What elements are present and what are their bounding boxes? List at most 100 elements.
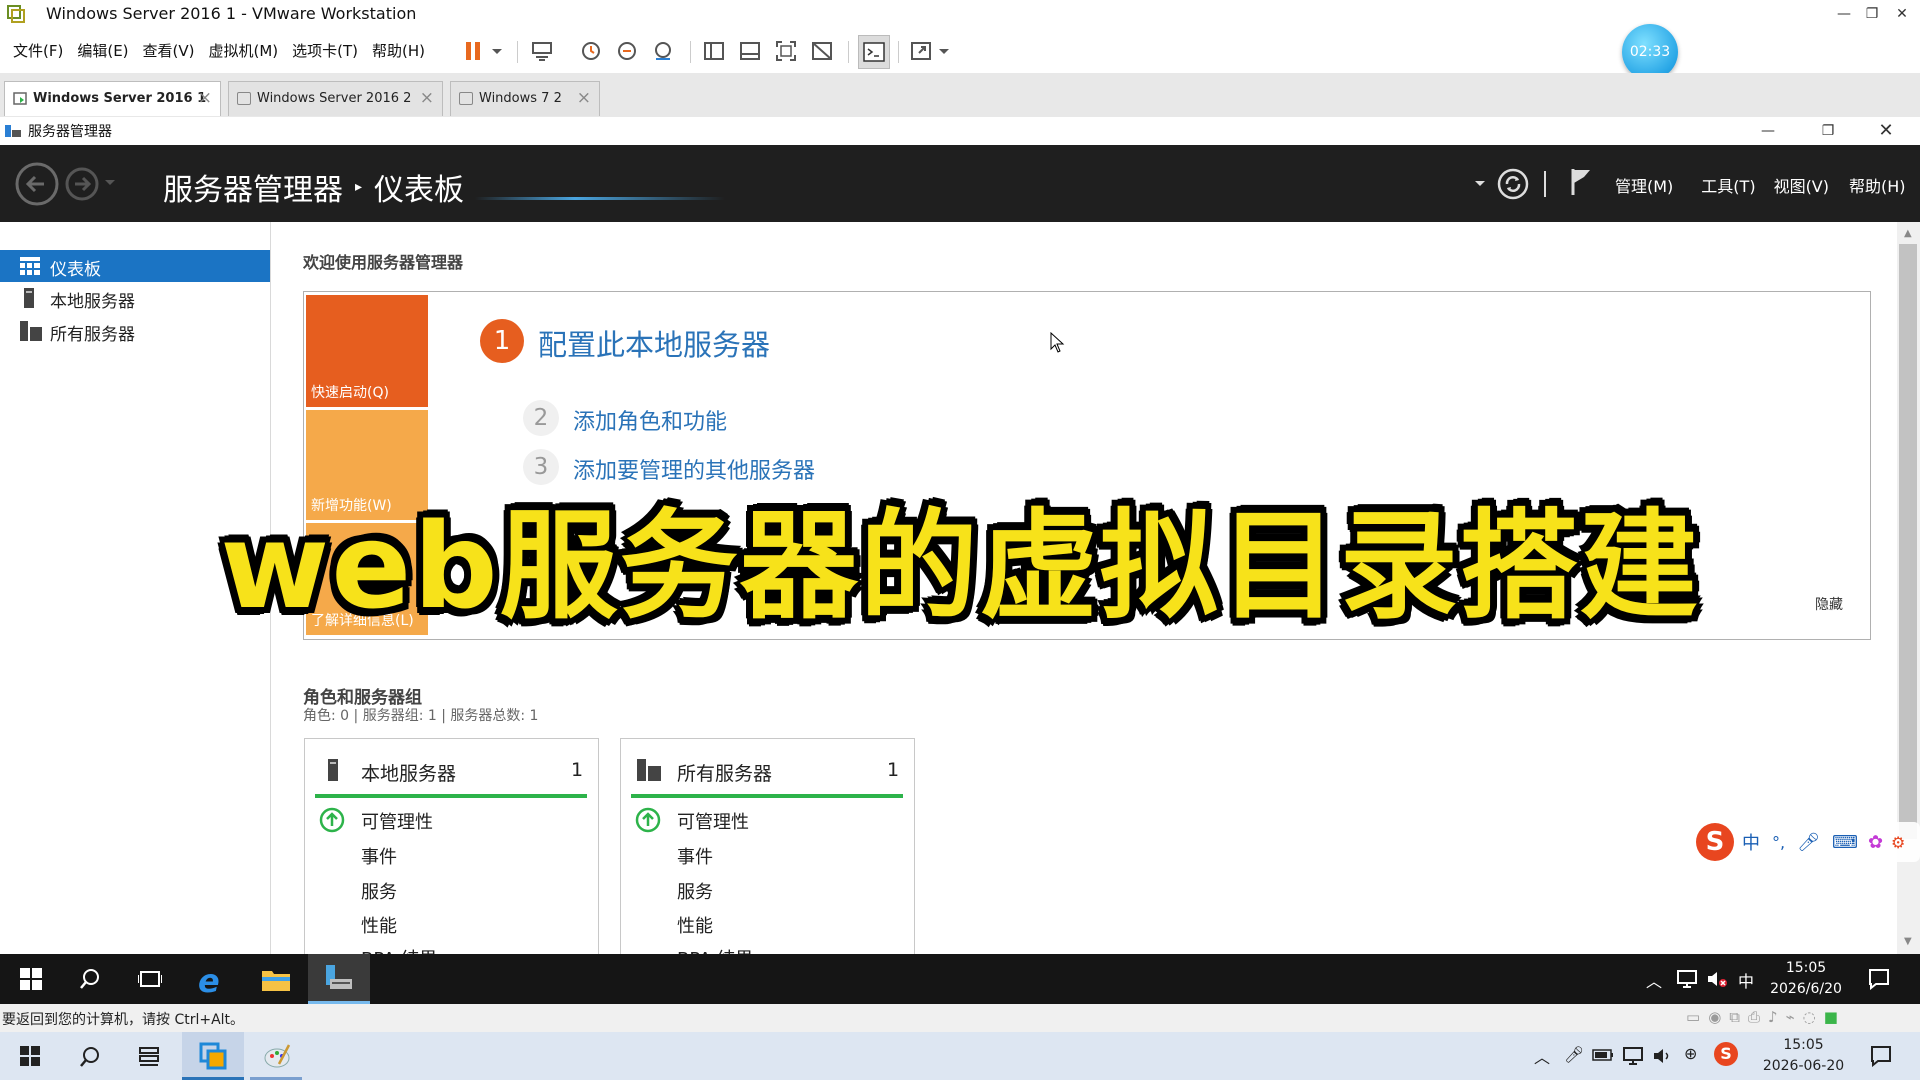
snapshot-icon[interactable] bbox=[579, 39, 603, 63]
menu-view[interactable]: 查看(V) bbox=[136, 29, 202, 73]
taskbar-server-manager-button[interactable] bbox=[308, 954, 370, 1004]
network-adapter-icon[interactable]: ⧉ bbox=[1729, 1008, 1740, 1026]
tab-windows-server-2016-1[interactable]: Windows Server 2016 1 × bbox=[4, 81, 221, 116]
pause-dropdown-icon[interactable] bbox=[490, 39, 504, 63]
console-view-button[interactable] bbox=[858, 35, 890, 69]
server-group-card-all[interactable]: 所有服务器 1 可管理性 事件 服务 性能 BPA 结果 bbox=[620, 738, 915, 970]
sound-card-icon[interactable]: ♪ bbox=[1768, 1008, 1778, 1026]
send-ctrl-alt-del-icon[interactable] bbox=[530, 39, 554, 63]
menu-tools[interactable]: 工具(T) bbox=[1701, 173, 1755, 197]
card-row-performance[interactable]: 性能 bbox=[677, 912, 713, 938]
stretch-icon[interactable] bbox=[909, 39, 933, 63]
card-row-services[interactable]: 服务 bbox=[361, 878, 397, 904]
link-add-roles-features[interactable]: 添加角色和功能 bbox=[573, 404, 727, 436]
sidebar-item-dashboard[interactable]: 仪表板 bbox=[0, 250, 270, 282]
volume-icon[interactable] bbox=[1652, 1046, 1672, 1066]
card-row-performance[interactable]: 性能 bbox=[361, 912, 397, 938]
usb-icon[interactable]: ⌁ bbox=[1786, 1008, 1795, 1026]
ime-mode[interactable]: 中 bbox=[1742, 829, 1760, 855]
link-configure-local-server[interactable]: 配置此本地服务器 bbox=[538, 322, 770, 364]
revert-snapshot-icon[interactable] bbox=[615, 39, 639, 63]
ime-tools-icon[interactable]: ⚙︎ bbox=[1891, 833, 1905, 852]
close-icon[interactable]: × bbox=[420, 88, 434, 108]
ime-punct[interactable]: °, bbox=[1772, 833, 1785, 852]
notifications-dropdown-icon[interactable] bbox=[1474, 179, 1486, 189]
taskbar-vmware-button[interactable] bbox=[182, 1032, 244, 1080]
sm-minimize-button[interactable]: — bbox=[1750, 117, 1786, 145]
internet-explorer-icon[interactable]: e bbox=[198, 962, 220, 1000]
unity-icon[interactable] bbox=[810, 39, 834, 63]
card-row-services[interactable]: 服务 bbox=[677, 878, 713, 904]
search-icon[interactable] bbox=[79, 1046, 101, 1068]
battery-icon[interactable] bbox=[1592, 1048, 1614, 1062]
task-view-icon[interactable] bbox=[138, 1046, 160, 1068]
tray-overflow-icon[interactable]: ︿ bbox=[1646, 968, 1662, 992]
refresh-icon[interactable] bbox=[1496, 167, 1530, 201]
card-row-manageability[interactable]: 可管理性 bbox=[677, 808, 749, 834]
menu-file[interactable]: 文件(F) bbox=[6, 29, 70, 73]
server-group-card-local[interactable]: 本地服务器 1 可管理性 事件 服务 性能 BPA 结果 bbox=[304, 738, 599, 970]
volume-muted-icon[interactable] bbox=[1706, 969, 1728, 989]
tile-quick-start[interactable]: 快速启动(Q) bbox=[306, 295, 428, 407]
search-icon[interactable] bbox=[79, 968, 101, 990]
sogou-logo-icon[interactable]: S bbox=[1696, 823, 1734, 861]
menu-view[interactable]: 视图(V) bbox=[1774, 173, 1829, 197]
back-arrow-icon[interactable] bbox=[14, 161, 60, 207]
scroll-up-icon[interactable]: ▲ bbox=[1904, 228, 1912, 239]
sogou-tray-icon[interactable]: S bbox=[1714, 1042, 1738, 1066]
menu-edit[interactable]: 编辑(E) bbox=[70, 29, 135, 73]
tab-windows-7-2[interactable]: Windows 7 2 × bbox=[450, 81, 600, 116]
forward-arrow-icon[interactable] bbox=[64, 166, 100, 202]
stretch-dropdown-icon[interactable] bbox=[937, 39, 951, 63]
sm-restore-button[interactable]: ❐ bbox=[1810, 117, 1846, 145]
skin-icon[interactable]: ✿ bbox=[1868, 832, 1883, 853]
printer-icon[interactable]: ⎙ bbox=[1748, 1008, 1760, 1026]
card-row-manageability[interactable]: 可管理性 bbox=[361, 808, 433, 834]
network-icon[interactable] bbox=[1676, 969, 1698, 989]
message-log-icon[interactable]: ■ bbox=[1824, 1008, 1838, 1026]
guest-ime-indicator[interactable]: 中 bbox=[1738, 968, 1754, 992]
card-row-events[interactable]: 事件 bbox=[677, 843, 713, 869]
step-1-badge: 1 bbox=[480, 319, 524, 363]
windows-start-icon[interactable] bbox=[20, 968, 42, 990]
hard-disk-icon[interactable]: ▭ bbox=[1686, 1008, 1700, 1026]
scroll-down-icon[interactable]: ▼ bbox=[1904, 936, 1912, 947]
keyboard-icon[interactable]: ⌨︎ bbox=[1832, 832, 1858, 853]
host-clock[interactable]: 15:05 2026-06-20 bbox=[1756, 1035, 1851, 1077]
menu-vm[interactable]: 虚拟机(M) bbox=[202, 29, 286, 73]
microphone-icon[interactable]: 🎤︎ bbox=[1797, 832, 1820, 853]
menu-help[interactable]: 帮助(H) bbox=[365, 29, 432, 73]
tab-windows-server-2016-2[interactable]: Windows Server 2016 2 × bbox=[228, 81, 443, 116]
guest-clock[interactable]: 15:05 2026/6/20 bbox=[1770, 958, 1842, 1000]
close-button[interactable]: ✕ bbox=[1884, 0, 1920, 29]
thumbnail-bar-icon[interactable] bbox=[738, 39, 762, 63]
breadcrumb-root[interactable]: 服务器管理器 bbox=[163, 165, 343, 209]
menu-help[interactable]: 帮助(H) bbox=[1849, 173, 1906, 197]
close-icon[interactable]: × bbox=[198, 88, 212, 108]
tray-overflow-icon[interactable]: ︿ bbox=[1534, 1044, 1550, 1068]
task-view-icon[interactable] bbox=[138, 969, 162, 989]
action-center-icon[interactable] bbox=[1868, 968, 1890, 990]
sidebar-item-local-server[interactable]: 本地服务器 bbox=[0, 282, 270, 314]
card-row-events[interactable]: 事件 bbox=[361, 843, 397, 869]
show-library-icon[interactable] bbox=[702, 39, 726, 63]
history-dropdown-icon[interactable] bbox=[104, 178, 116, 188]
display-icon[interactable]: ◌ bbox=[1803, 1008, 1816, 1026]
sidebar-item-all-servers[interactable]: 所有服务器 bbox=[0, 315, 270, 347]
sm-close-button[interactable]: ✕ bbox=[1868, 117, 1904, 145]
pause-icon[interactable] bbox=[462, 39, 486, 63]
notification-center-icon[interactable] bbox=[1870, 1045, 1892, 1067]
microphone-icon[interactable]: 🎤︎ bbox=[1564, 1045, 1584, 1064]
snapshot-manager-icon[interactable] bbox=[651, 39, 675, 63]
menu-manage[interactable]: 管理(M) bbox=[1615, 173, 1673, 197]
windows-start-icon[interactable] bbox=[20, 1046, 40, 1066]
input-method-icon[interactable]: ⊕ bbox=[1684, 1044, 1697, 1063]
file-explorer-icon[interactable] bbox=[262, 967, 290, 991]
menu-tabs[interactable]: 选项卡(T) bbox=[285, 29, 365, 73]
network-icon[interactable] bbox=[1622, 1046, 1644, 1066]
full-screen-icon[interactable] bbox=[774, 39, 798, 63]
taskbar-paint-button[interactable] bbox=[250, 1032, 302, 1080]
close-icon[interactable]: × bbox=[577, 88, 591, 108]
cd-dvd-icon[interactable]: ◉ bbox=[1708, 1008, 1721, 1026]
notification-flag-icon[interactable] bbox=[1570, 167, 1594, 197]
